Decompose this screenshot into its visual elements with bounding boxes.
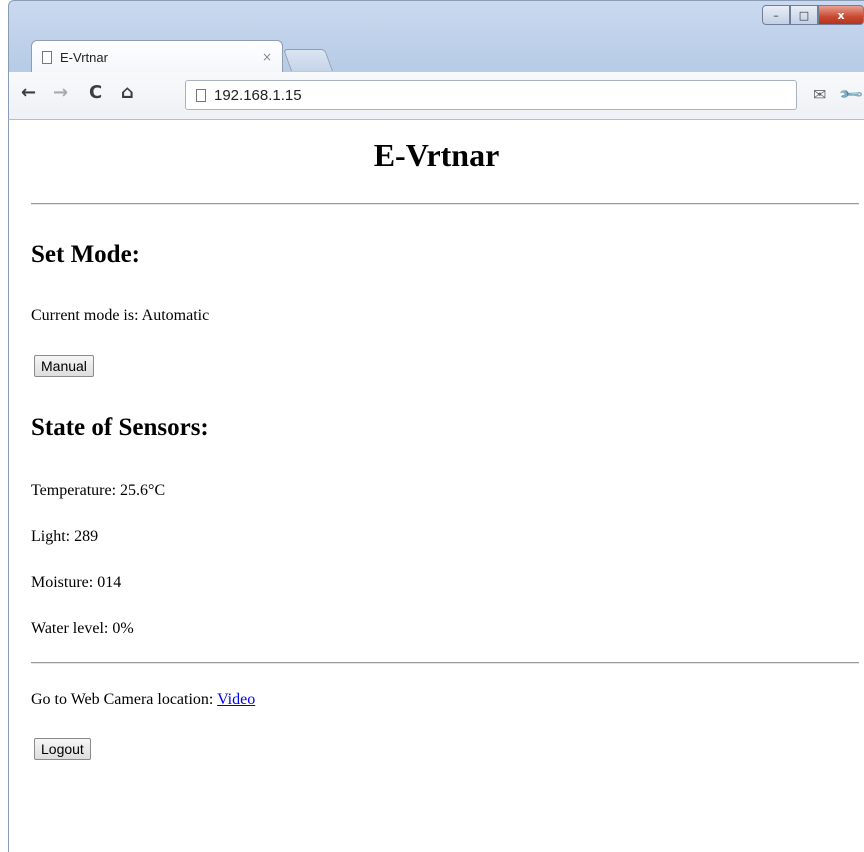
divider	[31, 203, 859, 205]
logout-button[interactable]: Logout	[34, 738, 91, 760]
page-icon	[42, 50, 52, 64]
window-controls: – □ x	[762, 5, 864, 25]
wrench-icon[interactable]: 🔧	[837, 81, 864, 109]
water-level-reading: Water level: 0%	[31, 620, 134, 637]
temperature-reading: Temperature: 25.6°C	[31, 482, 166, 499]
home-icon[interactable]: ⌂	[121, 82, 134, 103]
current-mode-text: Current mode is: Automatic	[31, 307, 210, 324]
divider	[31, 662, 859, 664]
browser-toolbar: ← → C ⌂ 192.168.1.15 ✉ 🔧	[8, 72, 864, 120]
camera-label: Go to Web Camera location:	[31, 691, 218, 708]
page-content: E-Vrtnar Set Mode: Current mode is: Auto…	[9, 121, 864, 852]
manual-mode-button[interactable]: Manual	[34, 355, 94, 377]
camera-location-text: Go to Web Camera location: Video	[31, 691, 255, 709]
mail-icon[interactable]: ✉	[813, 85, 826, 104]
light-reading: Light: 289	[31, 528, 99, 545]
reload-icon[interactable]: C	[89, 82, 102, 103]
address-bar[interactable]: 192.168.1.15	[185, 80, 797, 110]
video-link[interactable]: Video	[217, 691, 255, 708]
tab-close-icon[interactable]: ×	[262, 50, 272, 64]
close-window-button[interactable]: x	[818, 5, 864, 25]
forward-arrow-icon[interactable]: →	[53, 82, 68, 103]
maximize-button[interactable]: □	[790, 5, 818, 25]
back-arrow-icon[interactable]: ←	[21, 82, 36, 103]
minimize-button[interactable]: –	[762, 5, 790, 25]
page-icon	[196, 88, 206, 102]
set-mode-heading: Set Mode:	[31, 241, 140, 268]
moisture-reading: Moisture: 014	[31, 574, 122, 591]
sensors-heading: State of Sensors:	[31, 414, 209, 441]
browser-tab[interactable]: E-Vrtnar ×	[31, 40, 283, 73]
url-text[interactable]: 192.168.1.15	[214, 87, 302, 104]
new-tab-button[interactable]	[282, 49, 334, 71]
tab-title: E-Vrtnar	[60, 49, 108, 65]
page-title: E-Vrtnar	[373, 137, 500, 173]
